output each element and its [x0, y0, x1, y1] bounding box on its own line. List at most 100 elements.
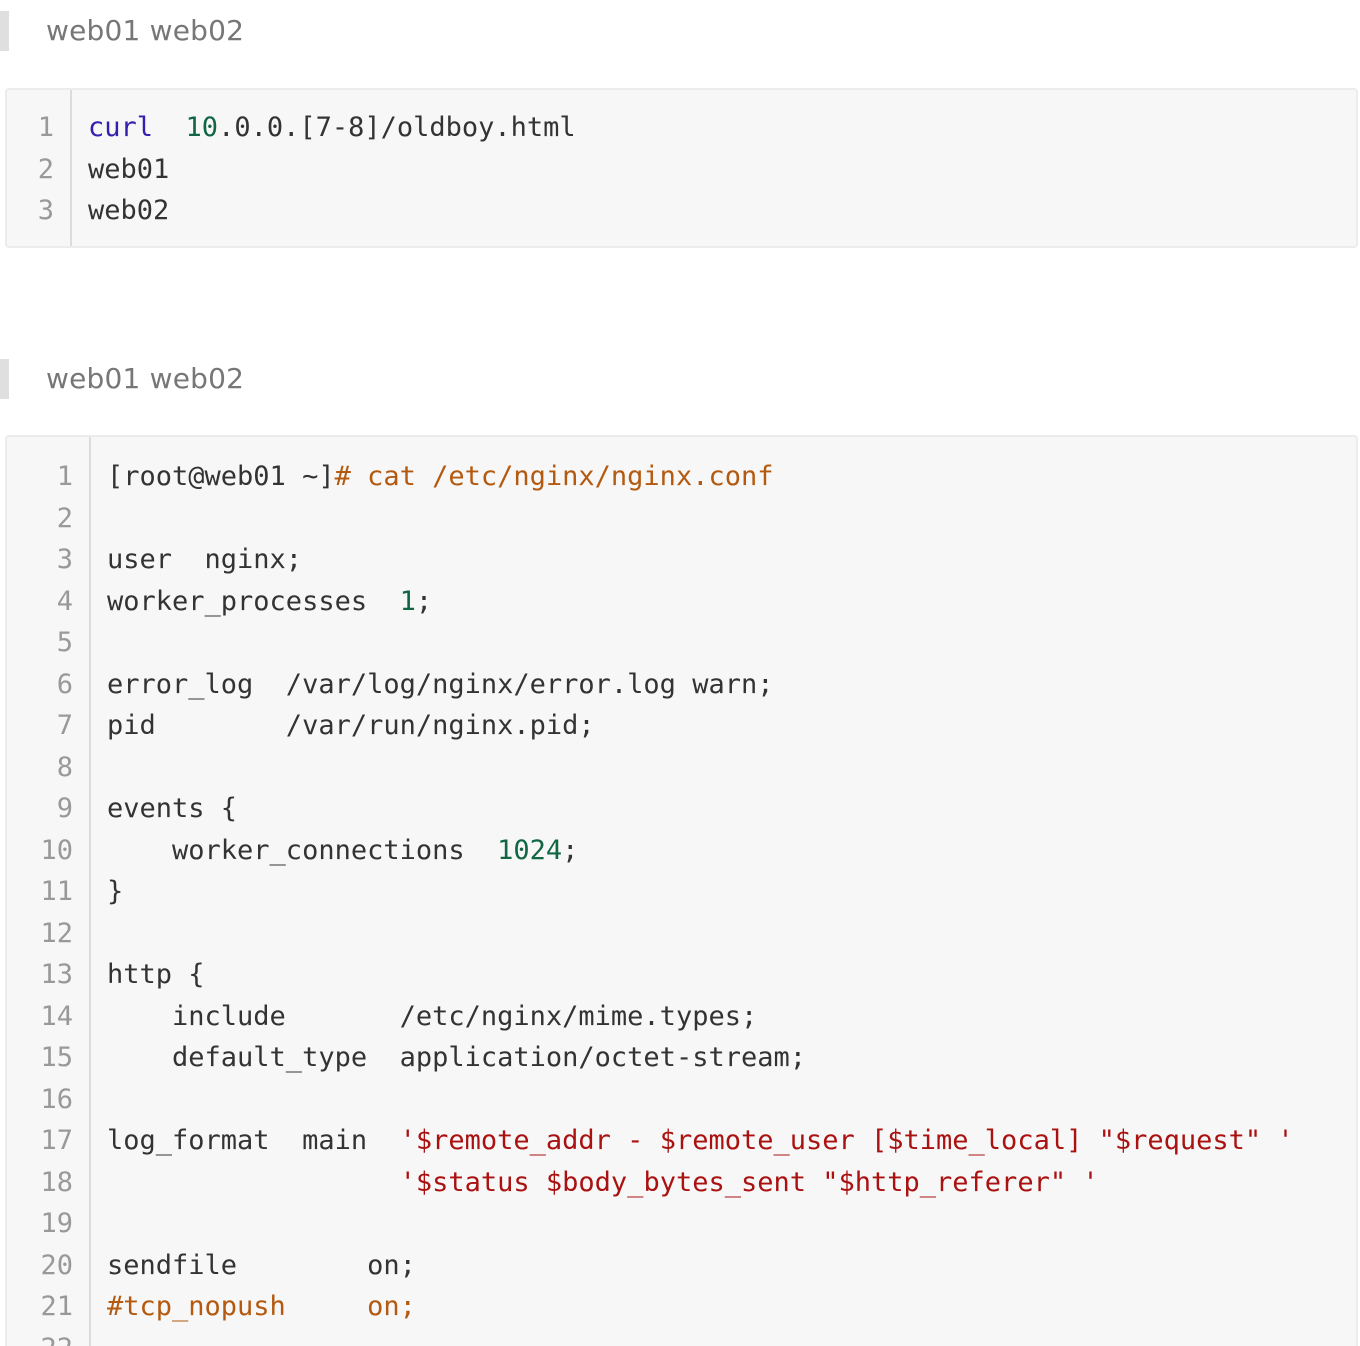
- code-token: web01: [88, 153, 170, 185]
- line-number: 14: [40, 1000, 73, 1032]
- code-token: sendfile on;: [107, 1249, 416, 1281]
- code-token: '$status $body_bytes_sent "$http_referer…: [399, 1166, 1099, 1198]
- code-text[interactable]: events {: [107, 788, 237, 830]
- blockquote-top: web01 web02: [0, 11, 1360, 51]
- line-number: 18: [40, 1166, 73, 1198]
- code-text[interactable]: pid /var/run/nginx.pid;: [107, 705, 595, 747]
- code-token: 1: [399, 585, 416, 617]
- code-token: pid /var/run/nginx.pid;: [107, 710, 595, 741]
- code-line: 1 curl 10.0.0.[7-8]/oldboy.html: [7, 107, 1356, 149]
- line-number: 22: [7, 1328, 73, 1346]
- code-line: 1 [root@web01 ~]# cat /etc/nginx/nginx.co…: [7, 456, 1356, 498]
- code-text[interactable]: curl 10.0.0.[7-8]/oldboy.html: [88, 107, 576, 149]
- code-token: curl: [88, 112, 154, 143]
- code-token: log_format main: [107, 1125, 400, 1156]
- code-text[interactable]: worker_connections 1024;: [107, 830, 578, 872]
- code-token: web02: [88, 195, 170, 226]
- code-line: 6 error_log /var/log/nginx/error.log warn…: [7, 664, 1356, 706]
- code-line: 13 http {: [7, 954, 1356, 996]
- line-number: 11: [40, 876, 73, 907]
- code-token: #tcp_nopush: [107, 1291, 286, 1322]
- code-line: 16: [7, 1079, 1356, 1121]
- line-number: 2: [37, 153, 54, 185]
- code-text[interactable]: log_format main '$remote_addr - $remote_…: [107, 1120, 1294, 1162]
- code-text[interactable]: worker_processes 1;: [107, 581, 432, 623]
- code-token: include /etc/nginx/mime.types;: [107, 1000, 758, 1032]
- code-line: 14 include /etc/nginx/mime.types;: [7, 996, 1356, 1038]
- line-number: 1: [37, 112, 54, 143]
- line-number: 19: [40, 1208, 73, 1239]
- code-token: http {: [107, 959, 205, 990]
- line-number: 8: [56, 751, 73, 783]
- code-token: error_log /var/log/nginx/error.log warn;: [107, 668, 774, 700]
- code-line: 17 log_format main '$remote_addr - $remot…: [7, 1120, 1356, 1162]
- code-token: ;: [415, 585, 433, 617]
- code-text[interactable]: user nginx;: [107, 539, 302, 581]
- code-text[interactable]: '$status $body_bytes_sent "$http_referer…: [107, 1162, 1099, 1204]
- code-text[interactable]: default_type application/octet-stream;: [107, 1037, 806, 1079]
- code-line: 21 #tcp_nopush on;: [7, 1286, 1356, 1328]
- code-line: 19: [7, 1203, 1356, 1245]
- line-number: 21: [40, 1291, 73, 1322]
- code-line: 11}: [7, 871, 1356, 913]
- line-number: 10: [40, 834, 73, 866]
- line-number: 1: [56, 461, 73, 492]
- code-block-nginx-conf[interactable]: 1 [root@web01 ~]# cat /etc/nginx/nginx.co…: [5, 435, 1358, 1346]
- code-text[interactable]: sendfile on;: [107, 1245, 416, 1287]
- code-line: 10 worker_connections 1024;: [7, 830, 1356, 872]
- code-text[interactable]: error_log /var/log/nginx/error.log warn;: [107, 664, 773, 706]
- code-text[interactable]: http {: [107, 954, 205, 996]
- code-block-curl[interactable]: 1 curl 10.0.0.[7-8]/oldboy.html 2 web01 3 web…: [5, 88, 1358, 248]
- code-line: 4 worker_processes 1;: [7, 581, 1356, 623]
- line-number: 5: [56, 627, 73, 658]
- blockquote-text: web01 web02: [46, 14, 245, 47]
- line-number: 16: [40, 1083, 73, 1115]
- line-number: 3: [37, 195, 54, 226]
- code-token: ;: [562, 834, 579, 866]
- code-token: events {: [107, 793, 238, 824]
- line-number: 9: [56, 793, 73, 824]
- line-number: 20: [40, 1249, 73, 1281]
- code-line: 2 web01: [7, 149, 1356, 191]
- code-text[interactable]: #tcp_nopush on;: [107, 1286, 416, 1328]
- line-number: 6: [56, 668, 73, 700]
- code-token: # cat /etc/nginx/nginx.conf: [334, 461, 774, 492]
- code-line: 12: [7, 913, 1356, 955]
- page: web01 web02 1 curl 10.0.0.[7-8]/oldboy.ht…: [0, 0, 1360, 1346]
- code-text[interactable]: web01: [88, 149, 169, 191]
- code-text[interactable]: [root@web01 ~]# cat /etc/nginx/nginx.con…: [107, 456, 773, 498]
- line-number: 2: [56, 502, 73, 534]
- line-number: 12: [40, 917, 73, 949]
- code-token: [root@web01 ~]: [107, 461, 335, 492]
- code-line: 3 web02: [7, 190, 1356, 232]
- code-text[interactable]: }: [107, 871, 123, 913]
- code-text[interactable]: include /etc/nginx/mime.types;: [107, 996, 757, 1038]
- code-token: '$remote_addr - $remote_user [$time_loca…: [399, 1125, 1294, 1156]
- code-token: worker_processes: [107, 585, 400, 617]
- code-token: worker_connections: [107, 834, 498, 866]
- code-line: 5: [7, 622, 1356, 664]
- blockquote-text: web01 web02: [46, 362, 245, 395]
- line-number: 7: [56, 710, 73, 741]
- blockquote-mid: web01 web02: [0, 359, 1360, 399]
- line-number: 3: [56, 544, 73, 575]
- code-line: 2: [7, 498, 1356, 540]
- line-number: 15: [40, 1042, 73, 1073]
- code-line: 9 events {: [7, 788, 1356, 830]
- code-line: 20 sendfile on;: [7, 1245, 1356, 1287]
- code-line: 7 pid /var/run/nginx.pid;: [7, 705, 1356, 747]
- code-line: 15 default_type application/octet-stream…: [7, 1037, 1356, 1079]
- code-line: 3 user nginx;: [7, 539, 1356, 581]
- code-token: user nginx;: [107, 544, 303, 575]
- code-token: default_type application/octet-stream;: [107, 1042, 806, 1073]
- line-number: 17: [40, 1125, 73, 1156]
- code-text[interactable]: web02: [88, 190, 169, 232]
- code-token: on;: [367, 1291, 416, 1322]
- code-line: 22: [7, 1328, 1356, 1346]
- code-line: 8: [7, 747, 1356, 789]
- code-token: .0.0.[7-8]/oldboy.html: [218, 112, 576, 143]
- code-token: 1024: [497, 834, 563, 866]
